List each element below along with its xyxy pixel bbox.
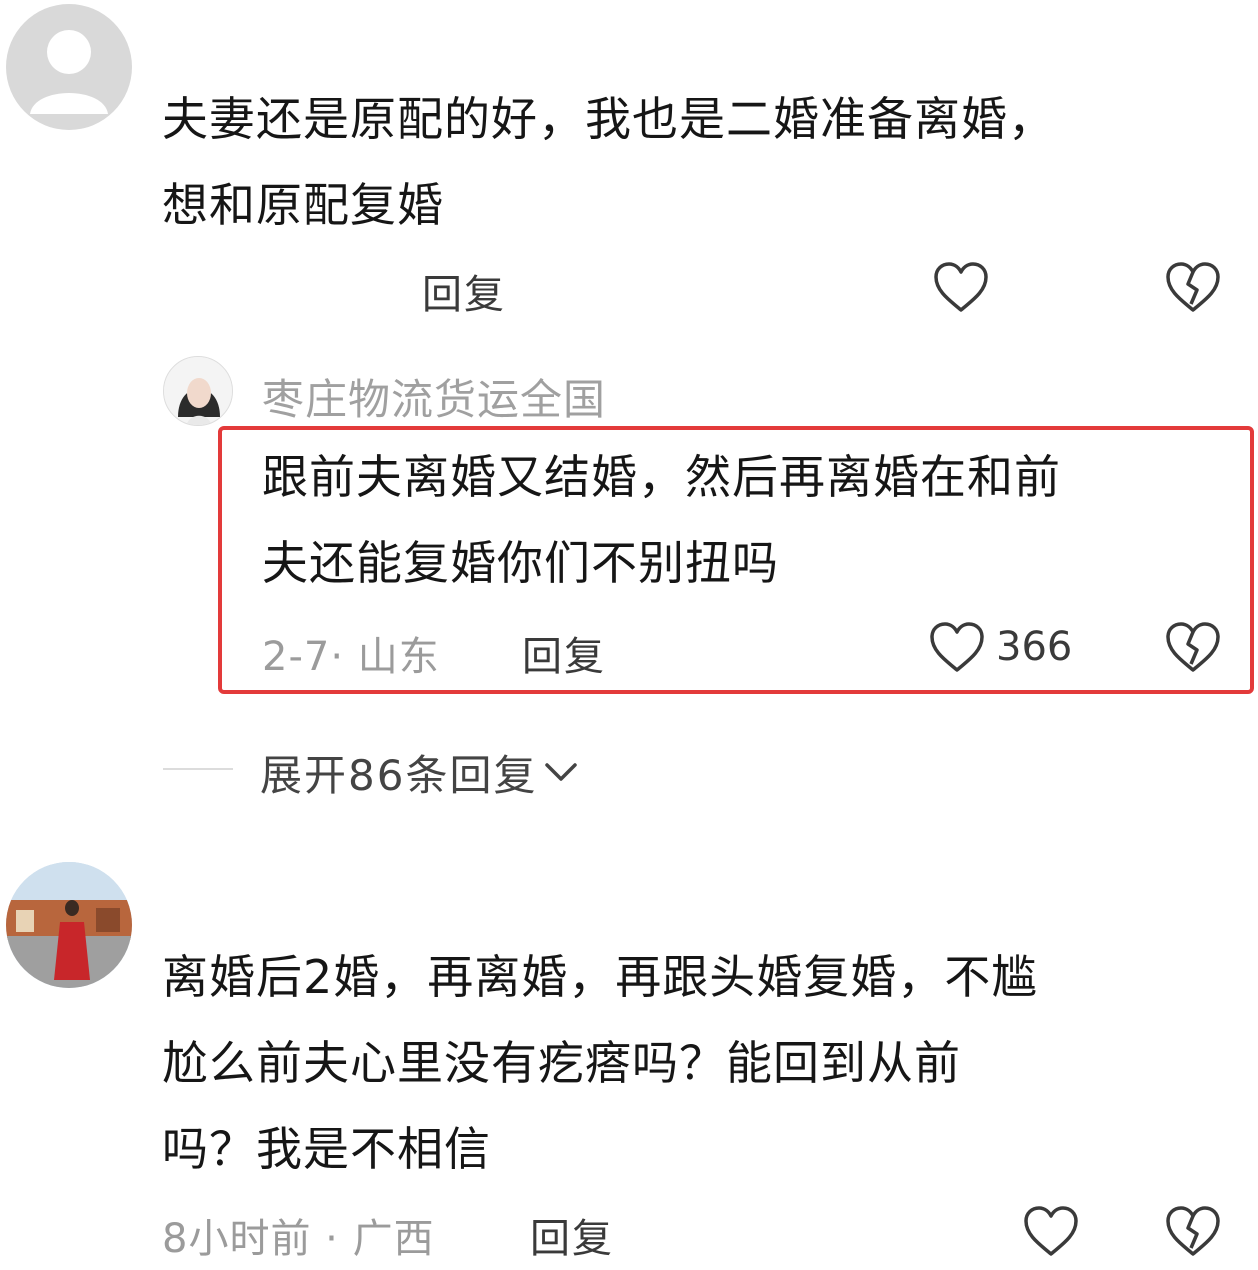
comment-text: 跟前夫离婚又结婚，然后再离婚在和前 夫还能复婚你们不别扭吗 (262, 434, 1222, 606)
user-photo-icon (6, 862, 132, 988)
user-photo-icon (164, 357, 232, 425)
comment-line: 尬么前夫心里没有疙瘩吗？能回到从前 (162, 1036, 961, 1090)
reply-button[interactable]: 回复 (530, 1206, 614, 1264)
avatar[interactable] (163, 356, 233, 426)
like-count: 366 (996, 624, 1073, 670)
comment-line: 跟前夫离婚又结婚，然后再离婚在和前 (262, 450, 1061, 504)
comment-text: 夫妻还是原配的好，我也是二婚准备离婚， 想和原配复婚 (162, 76, 1222, 248)
comment-line: 想和原配复婚 (162, 178, 444, 232)
comment-line: 吗？我是不相信 (162, 1122, 491, 1176)
comment-meta: 2-7· 山东 (262, 634, 440, 680)
comment-line: 离婚后2婚，再离婚，再跟头婚复婚，不尴 (162, 950, 1039, 1004)
expand-replies-button[interactable]: 展开86条回复 (260, 742, 579, 803)
heart-icon (1024, 1206, 1078, 1256)
dislike-button[interactable] (1164, 1204, 1222, 1258)
username[interactable]: 枣庄物流货运全国 (262, 366, 606, 427)
like-button[interactable] (932, 260, 990, 314)
chevron-down-icon (545, 762, 578, 781)
broken-heart-icon (1166, 262, 1220, 312)
comment-line: 夫还能复婚你们不别扭吗 (262, 536, 779, 590)
divider (163, 768, 233, 770)
avatar[interactable] (6, 862, 132, 988)
like-button[interactable] (1022, 1204, 1080, 1258)
comment-line: 夫妻还是原配的好，我也是二婚准备离婚， (162, 92, 1055, 146)
comment-text: 离婚后2婚，再离婚，再跟头婚复婚，不尴 尬么前夫心里没有疙瘩吗？能回到从前 吗？… (162, 934, 1222, 1192)
dislike-button[interactable] (1164, 260, 1222, 314)
comment-meta: 8小时前 · 广西 (162, 1216, 435, 1262)
avatar[interactable] (6, 4, 132, 130)
dislike-button[interactable] (1164, 620, 1222, 674)
heart-icon (930, 622, 984, 672)
broken-heart-icon (1166, 1206, 1220, 1256)
reply-button[interactable]: 回复 (522, 624, 606, 682)
heart-icon (934, 262, 988, 312)
reply-button[interactable]: 回复 (422, 262, 506, 320)
broken-heart-icon (1166, 622, 1220, 672)
expand-replies-label: 展开86条回复 (260, 751, 538, 800)
avatar-placeholder-icon (30, 30, 108, 114)
like-button[interactable] (928, 620, 986, 674)
